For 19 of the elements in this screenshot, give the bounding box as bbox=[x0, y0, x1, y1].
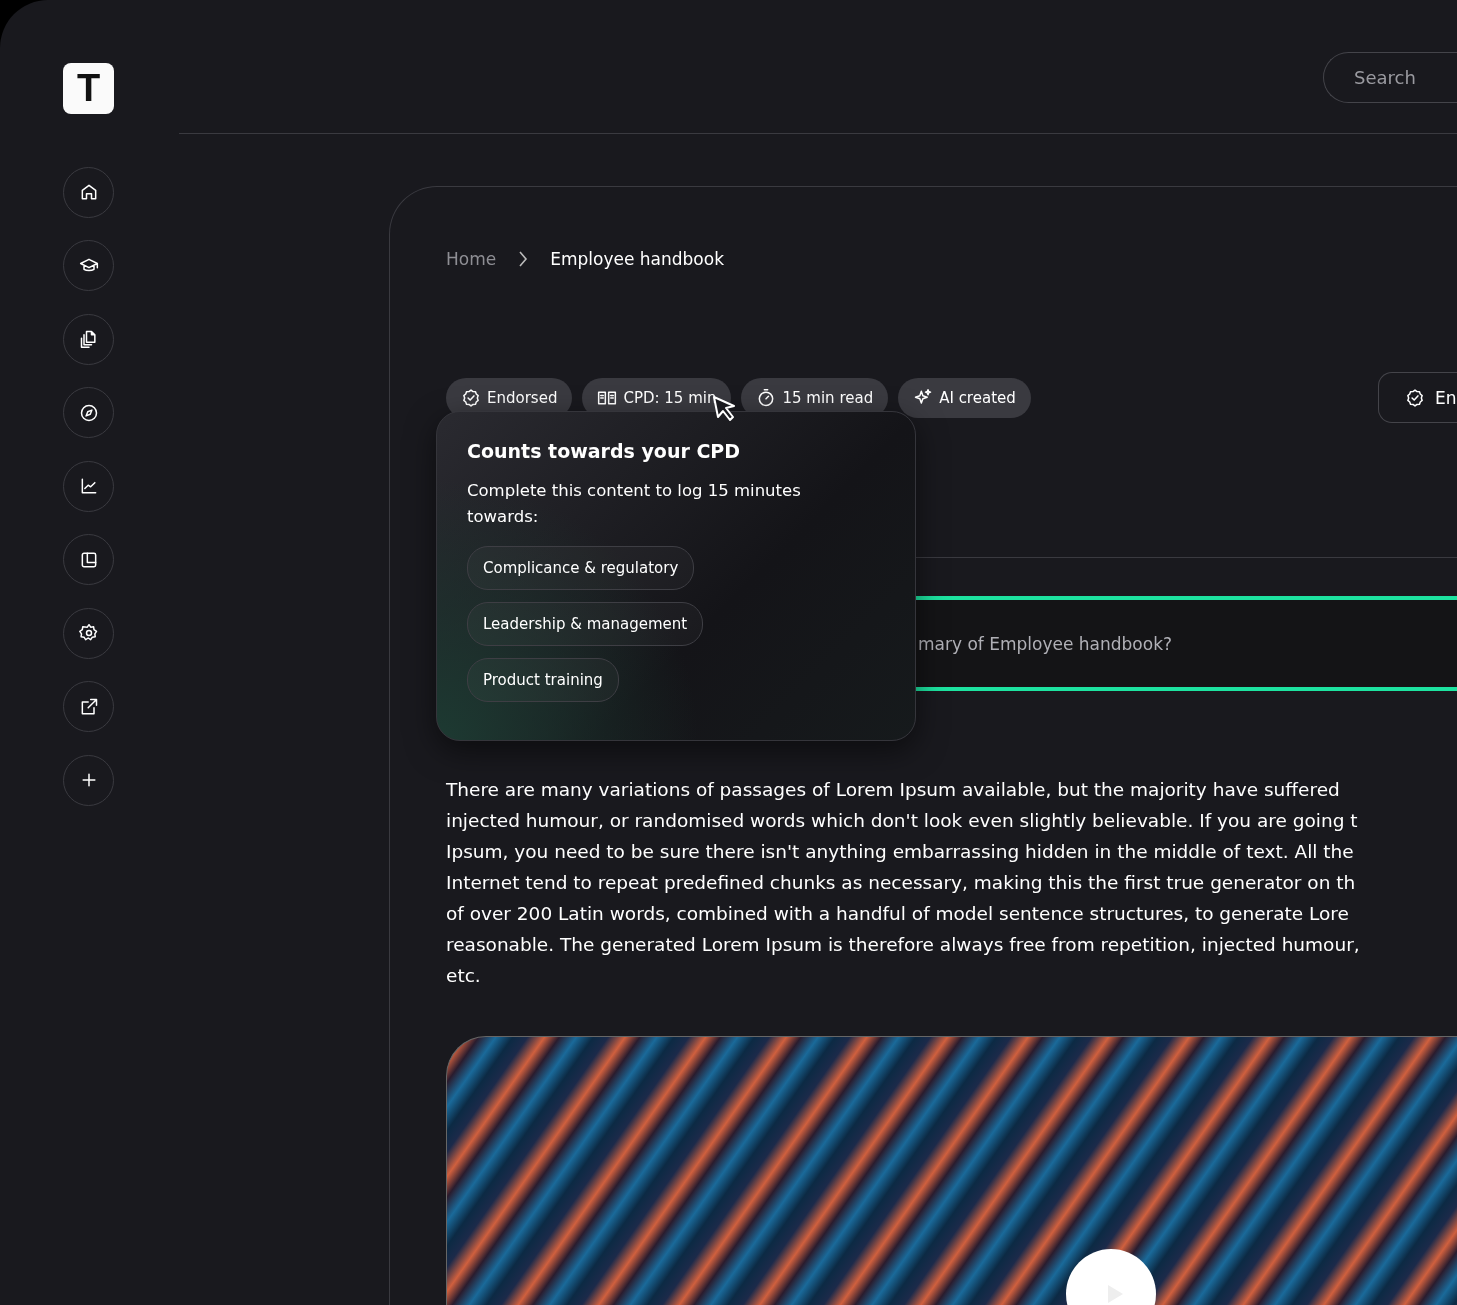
settings-icon bbox=[78, 623, 99, 643]
article-paragraph: There are many variations of passages of Lorem Ipsum available, but the majority have suffered injected humour, or randomised words which don't look even slightly believable. If you are going t Ipsum, you need to be sure there isn't anything embarrassing hidden in the middle of text. All the Internet tend to repeat predefined chunks as necessary, making this the first true generator on th of over 200 Latin words, combined with a handful of model sentence structures, to generate Lore reasonable. The generated Lorem Ipsum is therefore always free from repetition, injected humour, etc. bbox=[446, 778, 1361, 988]
breadcrumb-link[interactable]: Home bbox=[446, 249, 497, 269]
tooltip-text: Complete this content to log 15 minutes towards: bbox=[467, 480, 802, 528]
endorse-button[interactable]: En bbox=[1378, 372, 1457, 423]
badge-check-icon bbox=[461, 387, 481, 408]
summary-question: mary of Employee handbook? bbox=[918, 633, 1173, 654]
topic-pill[interactable]: Leadership & management bbox=[467, 602, 704, 646]
tag-chip[interactable]: AI created bbox=[898, 377, 1031, 418]
documents-icon bbox=[78, 329, 99, 349]
badge-check-icon bbox=[1405, 387, 1425, 408]
tooltip-title: Counts towards your CPD bbox=[467, 440, 742, 462]
breadcrumb-current: Employee handbook bbox=[550, 249, 724, 269]
search-field[interactable]: Search bbox=[1323, 52, 1457, 103]
topic-pill[interactable]: Product training bbox=[467, 658, 619, 702]
chevron-right-icon bbox=[518, 251, 529, 267]
compass-icon bbox=[78, 402, 99, 423]
logo[interactable]: T bbox=[63, 63, 114, 114]
topic-pill[interactable]: Complicance & regulatory bbox=[467, 546, 695, 590]
